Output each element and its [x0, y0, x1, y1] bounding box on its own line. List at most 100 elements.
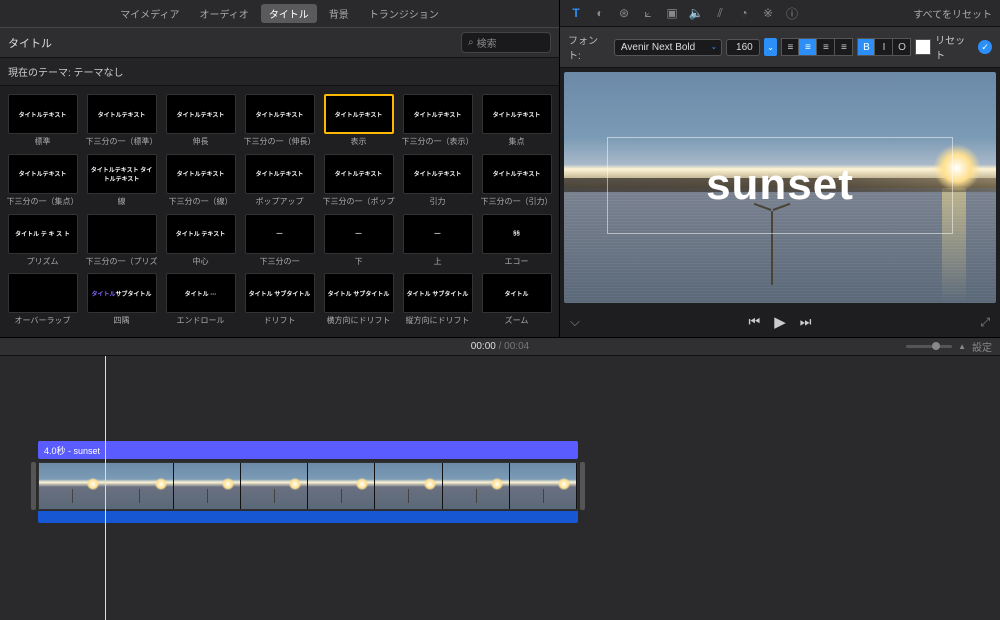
title-preset-item[interactable]: タイトルテキスト下三分の一（引力）: [478, 154, 555, 210]
title-preset-item[interactable]: タイトルテキスト下三分の一（伸長）: [241, 94, 318, 150]
video-frame-thumb: [241, 463, 308, 509]
audio-clip[interactable]: [38, 511, 578, 523]
title-preset-item[interactable]: オーバーラップ: [4, 273, 81, 329]
title-preset-item[interactable]: タイトル ···エンドロール: [162, 273, 239, 329]
media-tab-2[interactable]: タイトル: [261, 4, 317, 23]
title-preset-item[interactable]: タイトルテキスト引力: [399, 154, 476, 210]
title-preset-label: 中心: [193, 256, 209, 267]
next-button[interactable]: ⏭: [800, 314, 812, 330]
title-preset-thumb: —: [403, 214, 473, 254]
title-preset-label: 下三分の一: [260, 256, 300, 267]
reset-all-button[interactable]: すべてをリセット: [913, 6, 992, 21]
font-size-stepper[interactable]: ⌄: [764, 38, 778, 56]
preview-viewport[interactable]: sunset: [564, 72, 996, 303]
title-preset-item[interactable]: タイトルテキスト集点: [478, 94, 555, 150]
title-preset-item[interactable]: タイトル テ キ ス トプリズム: [4, 214, 81, 270]
font-toolbar: フォント: Avenir Next Bold ⌄ 160 ⌄ ≡ ≡ ≡ ≡ B…: [560, 27, 1000, 68]
title-preset-item[interactable]: —上: [399, 214, 476, 270]
title-preset-item[interactable]: タイトルテキスト下三分の一（ポップアップ）: [320, 154, 397, 210]
prev-button[interactable]: ⏮: [749, 314, 761, 330]
title-preset-item[interactable]: タイトルテキストポップアップ: [241, 154, 318, 210]
timeline-panel: 00:00 / 00:04 ▲ 設定 4.0秒 - sunset: [0, 338, 1000, 620]
effects-icon[interactable]: ※: [760, 5, 776, 21]
title-preset-item[interactable]: タイトルテキスト伸長: [162, 94, 239, 150]
italic-button[interactable]: I: [875, 38, 893, 56]
title-preset-item[interactable]: タイトルテキスト下三分の一（標準）: [83, 94, 160, 150]
clip-handle-right[interactable]: [580, 462, 585, 510]
media-tab-3[interactable]: 背景: [321, 4, 357, 23]
title-preset-item[interactable]: タイトルテキスト タイトルテキスト線: [83, 154, 160, 210]
speed-icon[interactable]: ◔: [736, 5, 752, 21]
title-preset-item[interactable]: タイトルサブタイトル四隅: [83, 273, 160, 329]
noise-icon[interactable]: ⫽: [712, 5, 728, 21]
crop-icon[interactable]: ⟀: [640, 5, 656, 21]
title-text[interactable]: sunset: [706, 160, 854, 210]
fullscreen-icon[interactable]: ⤢: [980, 315, 990, 330]
align-left-button[interactable]: ≡: [781, 38, 799, 56]
zoom-slider[interactable]: [906, 345, 952, 348]
title-preset-thumb: タイトルテキスト タイトルテキスト: [87, 154, 157, 194]
title-preset-item[interactable]: タイトルテキスト下三分の一（集点）: [4, 154, 81, 210]
title-preset-thumb: タイトルテキスト: [8, 154, 78, 194]
align-right-button[interactable]: ≡: [817, 38, 835, 56]
chevron-down-icon: ⌄: [710, 42, 717, 51]
title-preset-item[interactable]: タイトル サブタイトル横方向にドリフト: [320, 273, 397, 329]
time-total: 00:04: [504, 341, 529, 352]
title-preset-item[interactable]: タイトル サブタイトル縦方向にドリフト: [399, 273, 476, 329]
clip-handle-left[interactable]: [31, 462, 36, 510]
outline-button[interactable]: O: [893, 38, 911, 56]
stabilize-icon[interactable]: ▣: [664, 5, 680, 21]
title-preset-thumb: タイトルテキスト: [403, 154, 473, 194]
timeline-body[interactable]: 4.0秒 - sunset: [0, 356, 1000, 620]
mic-icon[interactable]: ⌵: [570, 314, 580, 330]
bold-button[interactable]: B: [857, 38, 875, 56]
title-preset-thumb: タイトルテキスト: [87, 94, 157, 134]
title-preset-thumb: タイトルテキスト: [166, 94, 236, 134]
title-clip[interactable]: 4.0秒 - sunset: [38, 441, 578, 459]
search-icon: ⌕: [468, 37, 474, 48]
media-tab-1[interactable]: オーディオ: [192, 4, 257, 23]
video-frame-thumb: [174, 463, 241, 509]
title-preset-label: 表示: [351, 136, 367, 147]
search-placeholder: 検索: [477, 35, 497, 50]
info-icon[interactable]: ⓘ: [784, 5, 800, 21]
text-color-swatch[interactable]: [915, 39, 931, 55]
title-preset-item[interactable]: — 下三分の一: [241, 214, 318, 270]
title-preset-thumb: —: [324, 214, 394, 254]
color-icon[interactable]: ⊛: [616, 5, 632, 21]
settings-button[interactable]: 設定: [972, 339, 992, 354]
title-preset-item[interactable]: タイトルテキスト下三分の一（表示）: [399, 94, 476, 150]
title-preset-label: 下三分の一（ポップアップ）: [323, 196, 395, 207]
title-preset-label: 下三分の一（表示）: [402, 136, 474, 147]
title-preset-item[interactable]: タイトルテキスト下三分の一（線）: [162, 154, 239, 210]
search-input[interactable]: ⌕ 検索: [461, 32, 551, 53]
play-button[interactable]: ▶: [774, 313, 786, 331]
playhead[interactable]: [105, 356, 106, 620]
font-size-input[interactable]: 160: [726, 39, 760, 56]
reset-button[interactable]: リセット ✓: [935, 32, 992, 62]
video-clip[interactable]: [38, 462, 578, 510]
title-bounding-box[interactable]: sunset: [607, 137, 953, 234]
title-preset-thumb: [8, 273, 78, 313]
title-preset-item[interactable]: タイトルテキスト標準: [4, 94, 81, 150]
title-preset-item[interactable]: タイトルズーム: [478, 273, 555, 329]
title-preset-thumb: —: [245, 214, 315, 254]
title-preset-item[interactable]: タイトル サブタイトルドリフト: [241, 273, 318, 329]
title-preset-item[interactable]: §§エコー: [478, 214, 555, 270]
filter-icon[interactable]: ◐: [592, 5, 608, 21]
title-preset-item[interactable]: タイトルテキスト表示: [320, 94, 397, 150]
media-tab-4[interactable]: トランジション: [361, 4, 447, 23]
title-preset-label: 横方向にドリフト: [327, 315, 391, 326]
title-preset-thumb: タイトル テ キ ス ト: [8, 214, 78, 254]
align-justify-button[interactable]: ≡: [835, 38, 853, 56]
media-tab-0[interactable]: マイメディア: [112, 4, 187, 23]
title-preset-item[interactable]: —下: [320, 214, 397, 270]
title-preset-label: エンドロール: [177, 315, 225, 326]
title-preset-thumb: タイトルテキスト: [482, 154, 552, 194]
font-select[interactable]: Avenir Next Bold ⌄: [614, 39, 722, 56]
title-preset-item[interactable]: タイトル テキスト中心: [162, 214, 239, 270]
text-inspector-icon[interactable]: T: [568, 5, 584, 21]
align-center-button[interactable]: ≡: [799, 38, 817, 56]
volume-icon[interactable]: 🔈: [688, 5, 704, 21]
title-preset-item[interactable]: 下三分の一（プリズム）: [83, 214, 160, 270]
